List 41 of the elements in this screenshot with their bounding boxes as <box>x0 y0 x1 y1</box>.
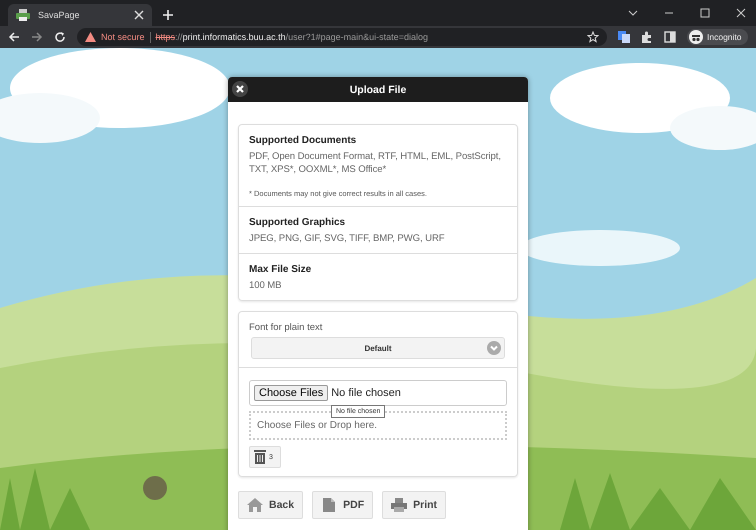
chevron-down-icon[interactable] <box>628 10 638 16</box>
back-arrow-icon[interactable] <box>8 31 20 43</box>
close-icon[interactable] <box>134 10 144 20</box>
dialog-title: Upload File <box>350 84 406 96</box>
document-icon <box>321 498 338 512</box>
chevron-down-icon <box>487 341 501 355</box>
maximize-icon[interactable] <box>700 8 710 18</box>
trash-icon <box>254 450 266 464</box>
section-text: 100 MB <box>249 279 282 292</box>
warning-icon <box>85 32 96 42</box>
security-label: Not secure <box>101 32 145 42</box>
close-icon[interactable] <box>736 8 746 18</box>
section-heading: Max File Size <box>249 264 312 275</box>
print-button[interactable]: Print <box>382 491 446 519</box>
pdf-button[interactable]: PDF <box>312 491 374 519</box>
printer-icon <box>391 498 408 512</box>
forward-arrow-icon[interactable] <box>31 31 43 43</box>
browser-tab[interactable]: SavaPage <box>8 4 152 26</box>
choose-files-button[interactable]: Choose Files <box>254 385 328 401</box>
reload-icon[interactable] <box>54 31 66 43</box>
file-input[interactable]: Choose Files No file chosen <box>249 380 507 406</box>
address-bar[interactable]: Not secure https://print.informatics.buu.ac.th/user?1#page-main&ui-state=dialog <box>77 28 607 46</box>
section-heading: Supported Graphics <box>249 217 346 228</box>
tab-title: SavaPage <box>38 10 81 20</box>
field-label: Font for plain text <box>249 322 324 333</box>
home-icon <box>247 498 263 512</box>
file-status: No file chosen <box>331 387 401 399</box>
profile-button[interactable]: Incognito <box>687 29 748 45</box>
section-heading: Supported Documents <box>249 135 358 146</box>
section-text: JPEG, PNG, GIF, SVG, TIFF, BMP, PWG, URF <box>249 232 446 245</box>
star-icon[interactable] <box>587 31 599 43</box>
incognito-icon <box>689 30 703 44</box>
back-button[interactable]: Back <box>238 491 304 519</box>
font-dropdown[interactable]: Default <box>251 337 505 359</box>
new-tab-icon[interactable] <box>162 9 174 21</box>
side-panel-icon[interactable] <box>664 31 676 43</box>
puzzle-icon[interactable] <box>641 31 653 43</box>
section-text: PDF, Open Document Format, RTF, HTML, EML, PostScript, TXT, XPS*, OOXML*, MS Office* <box>249 150 502 176</box>
url-text: https://print.informatics.buu.ac.th/user?1#page-main&ui-state=dialog <box>156 32 429 42</box>
close-icon[interactable] <box>232 81 248 97</box>
printer-icon <box>16 9 30 21</box>
